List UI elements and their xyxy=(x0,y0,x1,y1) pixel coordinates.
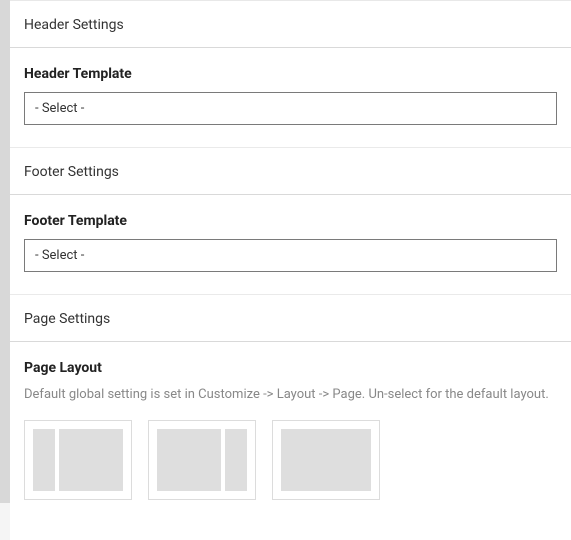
layout-thumb-content xyxy=(59,429,123,491)
footer-settings-body: Footer Template - Select - xyxy=(10,195,571,295)
layout-option-sidebar-left[interactable] xyxy=(24,420,132,500)
layout-thumb-sidebar xyxy=(33,429,55,491)
page-layout-help: Default global setting is set in Customi… xyxy=(24,386,557,404)
header-settings-title: Header Settings xyxy=(10,1,571,48)
layout-option-full-width[interactable] xyxy=(272,420,380,500)
settings-panel: Header Settings Header Template - Select… xyxy=(10,0,571,540)
header-template-select[interactable]: - Select - xyxy=(24,92,557,125)
footer-settings-title: Footer Settings xyxy=(10,148,571,195)
page-settings-title: Page Settings xyxy=(10,295,571,342)
left-rail xyxy=(0,0,10,503)
page-layout-label: Page Layout xyxy=(24,360,557,376)
layout-thumb-sidebar xyxy=(225,429,247,491)
layout-thumb-content xyxy=(281,429,371,491)
footer-template-label: Footer Template xyxy=(24,213,557,229)
page-layout-options xyxy=(24,420,557,500)
layout-thumb-content xyxy=(157,429,221,491)
footer-template-select[interactable]: - Select - xyxy=(24,239,557,272)
header-template-label: Header Template xyxy=(24,66,557,82)
page-settings-body: Page Layout Default global setting is se… xyxy=(10,342,571,540)
layout-option-sidebar-right[interactable] xyxy=(148,420,256,500)
header-settings-body: Header Template - Select - xyxy=(10,48,571,148)
